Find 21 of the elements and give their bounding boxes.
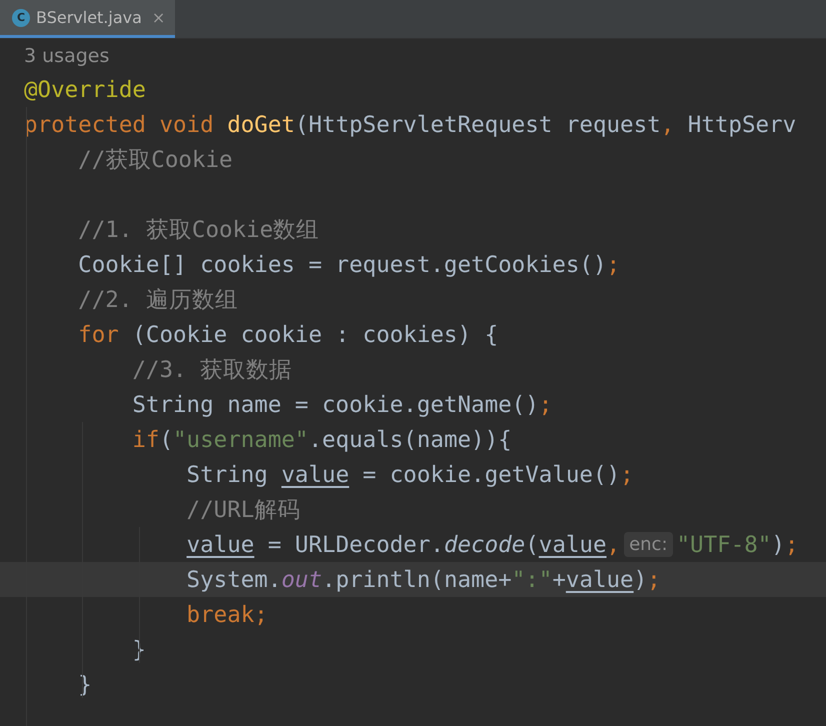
code-line: //获取Cookie — [77, 146, 233, 175]
usages-hint[interactable]: 3 usages — [0, 39, 826, 70]
code-line: //URL解码 — [186, 496, 300, 525]
class-icon: C — [12, 8, 30, 26]
code-line: //1. 获取Cookie数组 — [77, 216, 320, 245]
code-line: String name = cookie.getName(); — [131, 392, 552, 418]
code-line: System.out.println(name+":"+value); — [186, 566, 661, 592]
code-line: //3. 获取数据 — [131, 356, 292, 385]
code-line: String value = cookie.getValue(); — [186, 462, 634, 488]
code-line: break; — [186, 602, 268, 628]
close-icon[interactable]: × — [152, 8, 166, 27]
code-line: value = URLDecoder.decode(value, — [186, 532, 620, 558]
code-line: Cookie[] cookies = request.getCookies(); — [77, 252, 620, 278]
code-line: protected void doGet(HttpServletRequest request, HttpServ — [24, 112, 796, 138]
code-line: //2. 遍历数组 — [77, 286, 238, 315]
code-line: "UTF-8"); — [676, 532, 798, 558]
editor-tab[interactable]: C BServlet.java × — [0, 0, 176, 38]
code-line: for (Cookie cookie : cookies) { — [77, 322, 498, 348]
code-line: if("username".equals(name)){ — [131, 426, 512, 452]
parameter-hint: enc: — [624, 532, 673, 557]
code-line: @Override — [24, 76, 146, 102]
